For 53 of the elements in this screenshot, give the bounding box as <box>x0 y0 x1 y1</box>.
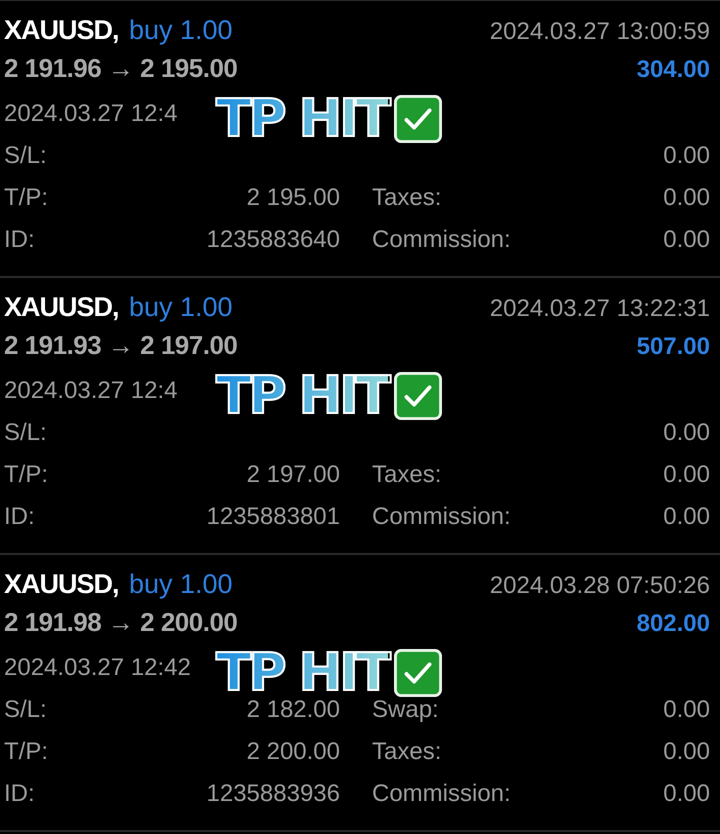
price-change: 2 191.98 → 2 200.00 <box>4 607 238 638</box>
field-value: 0.00 <box>663 142 710 170</box>
field-label: Taxes: <box>372 461 442 489</box>
field-value: 0.00 <box>663 461 710 489</box>
field-label: ID: <box>4 503 35 531</box>
order-type: buy 1.00 <box>128 292 233 322</box>
field-label: S/L: <box>4 419 47 447</box>
close-time: 2024.03.27 13:00:59 <box>490 18 710 46</box>
check-icon <box>394 95 442 143</box>
open-time: 2024.03.27 12:42 <box>4 654 191 682</box>
open-time: 2024.03.27 12:4 <box>4 377 178 405</box>
field-label: Commission: <box>372 503 511 531</box>
order-type: buy 1.00 <box>128 15 233 45</box>
field-label: T/P: <box>4 184 48 212</box>
symbol: XAUUSD, <box>4 292 119 322</box>
field-label: S/L: <box>4 696 47 724</box>
order-type: buy 1.00 <box>128 569 233 599</box>
field-value: 1235883801 <box>206 503 340 531</box>
field-value: 0.00 <box>663 226 710 254</box>
open-time: 2024.03.27 12:4 <box>4 100 178 128</box>
field-value: 2 200.00 <box>246 738 340 766</box>
field-label: Commission: <box>372 780 511 808</box>
price-change: 2 191.93 → 2 197.00 <box>4 330 238 361</box>
field-value: 0.00 <box>663 780 710 808</box>
field-label: S/L: <box>4 142 47 170</box>
profit: 802.00 <box>636 610 710 638</box>
field-label: ID: <box>4 780 35 808</box>
field-value: 0.00 <box>663 419 710 447</box>
field-value: 0.00 <box>663 184 710 212</box>
field-value: 2 195.00 <box>246 184 340 212</box>
symbol: XAUUSD, <box>4 569 119 599</box>
field-label: Taxes: <box>372 738 442 766</box>
field-label: Taxes: <box>372 184 442 212</box>
field-label: T/P: <box>4 738 48 766</box>
field-value: 0.00 <box>663 503 710 531</box>
profit: 304.00 <box>636 56 710 84</box>
field-label: ID: <box>4 226 35 254</box>
field-value: 2 182.00 <box>246 696 340 724</box>
field-value: 1235883640 <box>206 226 340 254</box>
close-time: 2024.03.27 13:22:31 <box>490 295 710 323</box>
price-change: 2 191.96 → 2 195.00 <box>4 53 238 84</box>
field-label: Swap: <box>372 696 439 724</box>
field-value: 2 197.00 <box>246 461 340 489</box>
profit: 507.00 <box>636 333 710 361</box>
symbol: XAUUSD, <box>4 15 119 45</box>
field-label: Commission: <box>372 226 511 254</box>
check-icon <box>394 372 442 420</box>
field-value: 0.00 <box>663 696 710 724</box>
field-value: 0.00 <box>663 738 710 766</box>
close-time: 2024.03.28 07:50:26 <box>490 572 710 600</box>
field-label: T/P: <box>4 461 48 489</box>
field-value: 1235883936 <box>206 780 340 808</box>
check-icon <box>394 649 442 697</box>
